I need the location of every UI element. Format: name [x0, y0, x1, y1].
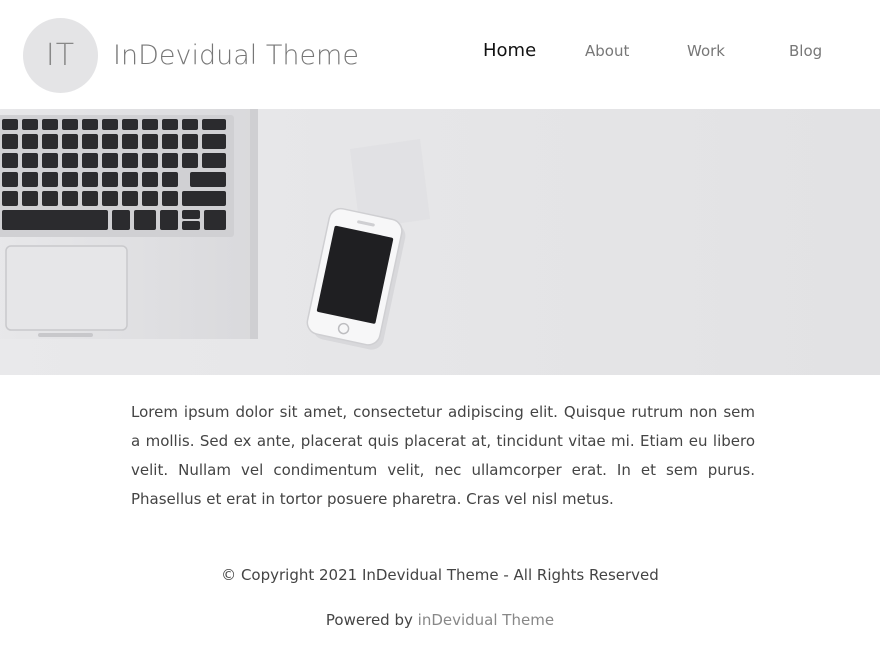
powered-by: Powered by inDevidual Theme: [0, 611, 880, 629]
hero-image: [0, 109, 880, 375]
powered-by-link[interactable]: inDevidual Theme: [418, 611, 554, 629]
copyright-text: © Copyright 2021 InDevidual Theme - All …: [221, 566, 659, 584]
nav-item-about[interactable]: About: [585, 42, 629, 60]
powered-by-prefix: Powered by: [325, 611, 413, 629]
laptop-phone-illustration: [0, 109, 880, 375]
site-header: IT InDevidual Theme Home About Work Blog: [0, 0, 880, 109]
nav-item-home[interactable]: Home: [483, 40, 536, 61]
nav-item-blog[interactable]: Blog: [789, 42, 822, 60]
nav-item-work[interactable]: Work: [687, 42, 725, 60]
main-paragraph: Lorem ipsum dolor sit amet, consectetur …: [131, 403, 755, 508]
main-nav: Home About Work Blog: [0, 40, 880, 72]
